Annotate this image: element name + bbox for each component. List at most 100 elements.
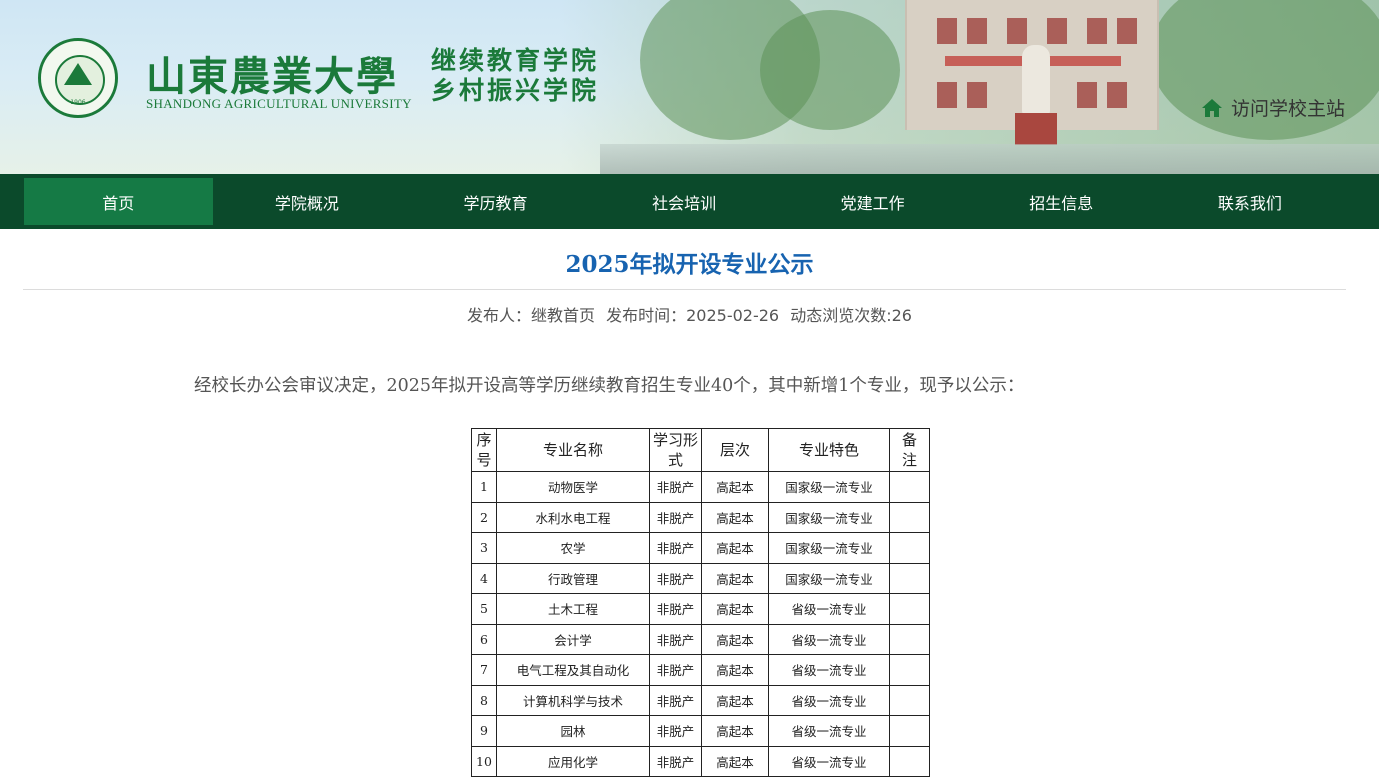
- cell-remark: [889, 684, 930, 716]
- cell-study-mode: 非脱产: [649, 593, 702, 625]
- cell-level: 高起本: [701, 471, 769, 503]
- cell-remark: [889, 593, 930, 625]
- cell-study-mode: 非脱产: [649, 715, 702, 747]
- cell-feature: 国家级一流专业: [768, 471, 890, 503]
- cell-remark: [889, 654, 930, 686]
- nav-item-social-training[interactable]: 社会培训: [590, 174, 779, 229]
- tree-decoration: [760, 10, 900, 130]
- cell-remark: [889, 745, 930, 777]
- cell-major: 土木工程: [496, 593, 650, 625]
- table-body: 1 动物医学 非脱产 高起本 国家级一流专业 2 水利水电工程 非脱产 高起本 国家级一流专业 3 农…: [471, 471, 930, 777]
- cell-study-mode: 非脱产: [649, 562, 702, 594]
- cell-major: 农学: [496, 532, 650, 564]
- cell-seq: 9: [471, 715, 497, 747]
- table-row: 6 会计学 非脱产 高起本 省级一流专业: [471, 623, 930, 655]
- cell-remark: [889, 562, 930, 594]
- title-divider: [23, 289, 1346, 290]
- article-intro: 经校长办公会审议决定，2025年拟开设高等学历继续教育招生专业40个，其中新增1…: [194, 376, 1025, 396]
- nav-item-party-building[interactable]: 党建工作: [778, 174, 967, 229]
- cell-seq: 3: [471, 532, 497, 564]
- cell-level: 高起本: [701, 684, 769, 716]
- visit-main-site-link[interactable]: 访问学校主站: [1201, 94, 1345, 121]
- cell-seq: 1: [471, 471, 497, 503]
- cell-study-mode: 非脱产: [649, 745, 702, 777]
- article-meta: 发布人：继教首页 发布时间：2025-02-26 动态浏览次数:26: [0, 302, 1379, 326]
- cell-seq: 8: [471, 684, 497, 716]
- cell-level: 高起本: [701, 654, 769, 686]
- college-name-line1: 继续教育学院: [431, 46, 600, 75]
- cell-major: 会计学: [496, 623, 650, 655]
- cell-level: 高起本: [701, 501, 769, 533]
- cell-feature: 省级一流专业: [768, 623, 890, 655]
- table-row: 1 动物医学 非脱产 高起本 国家级一流专业: [471, 471, 930, 503]
- cell-major: 计算机科学与技术: [496, 684, 650, 716]
- article-title: 2025年拟开设专业公示: [565, 251, 814, 278]
- university-seal-logo[interactable]: 1906: [38, 38, 118, 118]
- nav-item-degree-education[interactable]: 学历教育: [401, 174, 590, 229]
- cell-feature: 国家级一流专业: [768, 532, 890, 564]
- cell-feature: 国家级一流专业: [768, 501, 890, 533]
- cell-feature: 国家级一流专业: [768, 562, 890, 594]
- cell-seq: 5: [471, 593, 497, 625]
- publish-date: 发布时间：2025-02-26: [606, 306, 780, 325]
- header-feature: 专业特色: [768, 428, 890, 472]
- cell-feature: 省级一流专业: [768, 593, 890, 625]
- cell-remark: [889, 623, 930, 655]
- majors-table: 序号 专业名称 学习形式 层次 专业特色 备注 1 动物医学 非脱产 高起本 国家级一流…: [471, 428, 930, 777]
- header-study-mode: 学习形式: [649, 428, 702, 472]
- cell-major: 行政管理: [496, 562, 650, 594]
- cell-study-mode: 非脱产: [649, 623, 702, 655]
- table-header-row: 序号 专业名称 学习形式 层次 专业特色 备注: [471, 428, 930, 472]
- nav-item-admissions[interactable]: 招生信息: [967, 174, 1156, 229]
- school-name-en: SHANDONG AGRICULTURAL UNIVERSITY: [146, 96, 412, 111]
- cell-level: 高起本: [701, 562, 769, 594]
- cell-remark: [889, 715, 930, 747]
- nav-item-about[interactable]: 学院概况: [213, 174, 402, 229]
- cell-remark: [889, 471, 930, 503]
- cell-feature: 省级一流专业: [768, 654, 890, 686]
- cell-level: 高起本: [701, 715, 769, 747]
- cell-study-mode: 非脱产: [649, 654, 702, 686]
- campus-ground: [600, 144, 1379, 174]
- table-row: 2 水利水电工程 非脱产 高起本 国家级一流专业: [471, 501, 930, 533]
- nav-item-contact[interactable]: 联系我们: [1156, 174, 1345, 229]
- cell-level: 高起本: [701, 532, 769, 564]
- cell-major: 水利水电工程: [496, 501, 650, 533]
- header-banner: 1906 山東農業大學 SHANDONG AGRICULTURAL UNIVER…: [0, 0, 1379, 174]
- cell-study-mode: 非脱产: [649, 532, 702, 564]
- cell-study-mode: 非脱产: [649, 471, 702, 503]
- table-row: 8 计算机科学与技术 非脱产 高起本 省级一流专业: [471, 684, 930, 716]
- statue: [1022, 45, 1050, 115]
- nav-item-home[interactable]: 首页: [24, 178, 213, 225]
- cell-major: 园林: [496, 715, 650, 747]
- college-name: 继续教育学院 乡村振兴学院: [431, 46, 599, 106]
- school-name-cn[interactable]: 山東農業大學: [146, 44, 398, 102]
- header-level: 层次: [701, 428, 769, 472]
- statue-base: [1015, 113, 1057, 145]
- table-row: 7 电气工程及其自动化 非脱产 高起本 省级一流专业: [471, 654, 930, 686]
- view-count: 动态浏览次数:26: [790, 306, 912, 325]
- header-remark: 备注: [889, 428, 930, 472]
- cell-feature: 省级一流专业: [768, 684, 890, 716]
- cell-level: 高起本: [701, 623, 769, 655]
- table-row: 10 应用化学 非脱产 高起本 省级一流专业: [471, 745, 930, 777]
- cell-study-mode: 非脱产: [649, 501, 702, 533]
- header-seq: 序号: [471, 428, 497, 472]
- header-major: 专业名称: [496, 428, 650, 472]
- cell-seq: 4: [471, 562, 497, 594]
- cell-major: 电气工程及其自动化: [496, 654, 650, 686]
- cell-seq: 7: [471, 654, 497, 686]
- publisher: 发布人：继教首页: [467, 306, 596, 325]
- table-row: 9 园林 非脱产 高起本 省级一流专业: [471, 715, 930, 747]
- main-nav: 首页 学院概况 学历教育 社会培训 党建工作 招生信息 联系我们: [0, 174, 1379, 229]
- home-icon: [1201, 98, 1222, 117]
- cell-remark: [889, 501, 930, 533]
- cell-remark: [889, 532, 930, 564]
- college-name-line2: 乡村振兴学院: [431, 76, 600, 105]
- cell-feature: 省级一流专业: [768, 715, 890, 747]
- table-row: 4 行政管理 非脱产 高起本 国家级一流专业: [471, 562, 930, 594]
- cell-level: 高起本: [701, 745, 769, 777]
- visit-main-site-label: 访问学校主站: [1230, 98, 1345, 120]
- cell-major: 应用化学: [496, 745, 650, 777]
- cell-level: 高起本: [701, 593, 769, 625]
